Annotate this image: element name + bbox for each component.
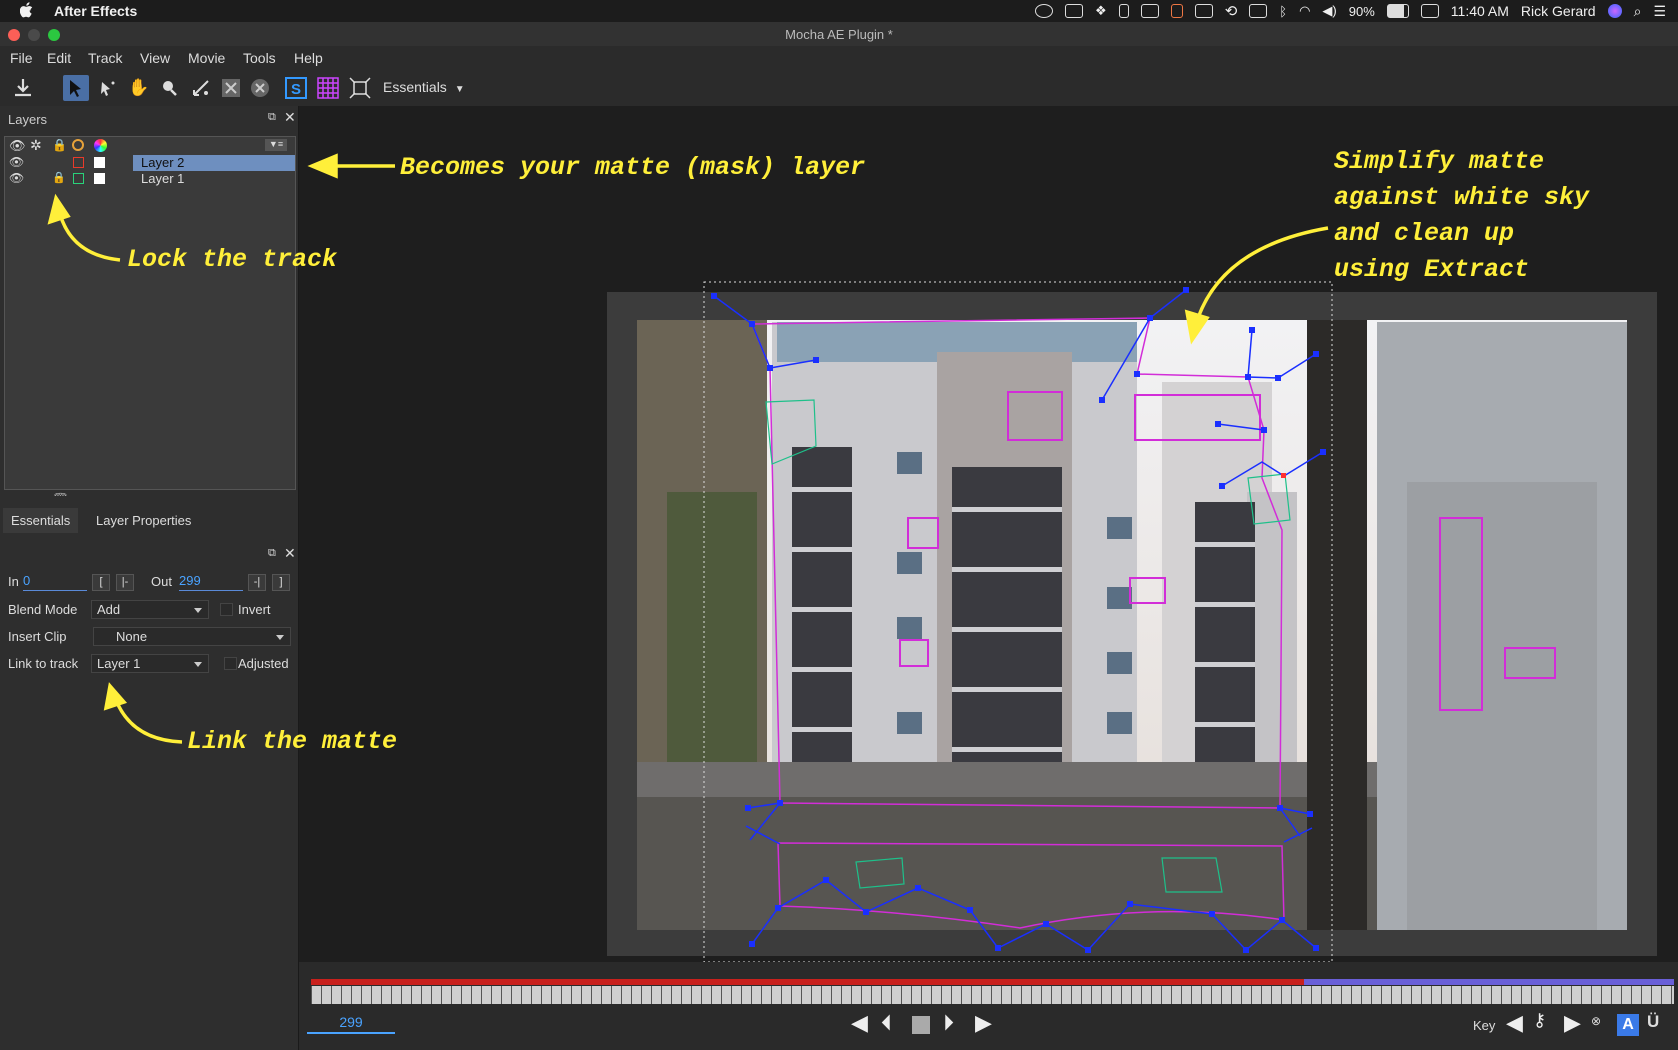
step-forward-icon[interactable]: ⏵ <box>943 1010 954 1036</box>
annotation-simplify-line-1: Simplify matte <box>1334 147 1545 176</box>
prev-key-icon[interactable]: ◀ <box>1506 1010 1523 1036</box>
autokey-icon[interactable]: A <box>1617 1014 1639 1036</box>
timeline: 299 ◀ ⏴ ⏵ ▶ Key ◀ ⚷ ▶ ⊗ A Ü <box>299 962 1678 1050</box>
stop-icon[interactable] <box>912 1016 930 1034</box>
annotation-simplify-line-2: against white sky <box>1334 183 1590 212</box>
timeline-range-blue[interactable] <box>1304 979 1674 985</box>
play-backwards-icon[interactable]: ◀ <box>851 1010 868 1036</box>
step-back-icon[interactable]: ⏴ <box>881 1010 892 1036</box>
current-frame-field[interactable]: 299 <box>307 1012 395 1034</box>
next-key-icon[interactable]: ▶ <box>1564 1010 1581 1036</box>
annotation-simplify-line-4: using Extract <box>1334 255 1530 284</box>
delete-all-keys-icon[interactable]: ⊗ <box>1591 1014 1601 1028</box>
annotation-simplify-line-3: and clean up <box>1334 219 1515 248</box>
timeline-ruler[interactable] <box>311 986 1674 1004</box>
update-icon[interactable]: Ü <box>1647 1012 1659 1032</box>
play-forward-icon[interactable]: ▶ <box>975 1010 992 1036</box>
annotation-matte-layer: Becomes your matte (mask) layer <box>400 153 866 182</box>
add-key-icon[interactable]: ⚷ <box>1533 1010 1546 1031</box>
annotation-lock-track: Lock the track <box>127 245 338 274</box>
annotation-link-matte: Link the matte <box>187 727 398 756</box>
key-label: Key <box>1473 1018 1496 1033</box>
timeline-range-red[interactable] <box>311 979 1304 985</box>
